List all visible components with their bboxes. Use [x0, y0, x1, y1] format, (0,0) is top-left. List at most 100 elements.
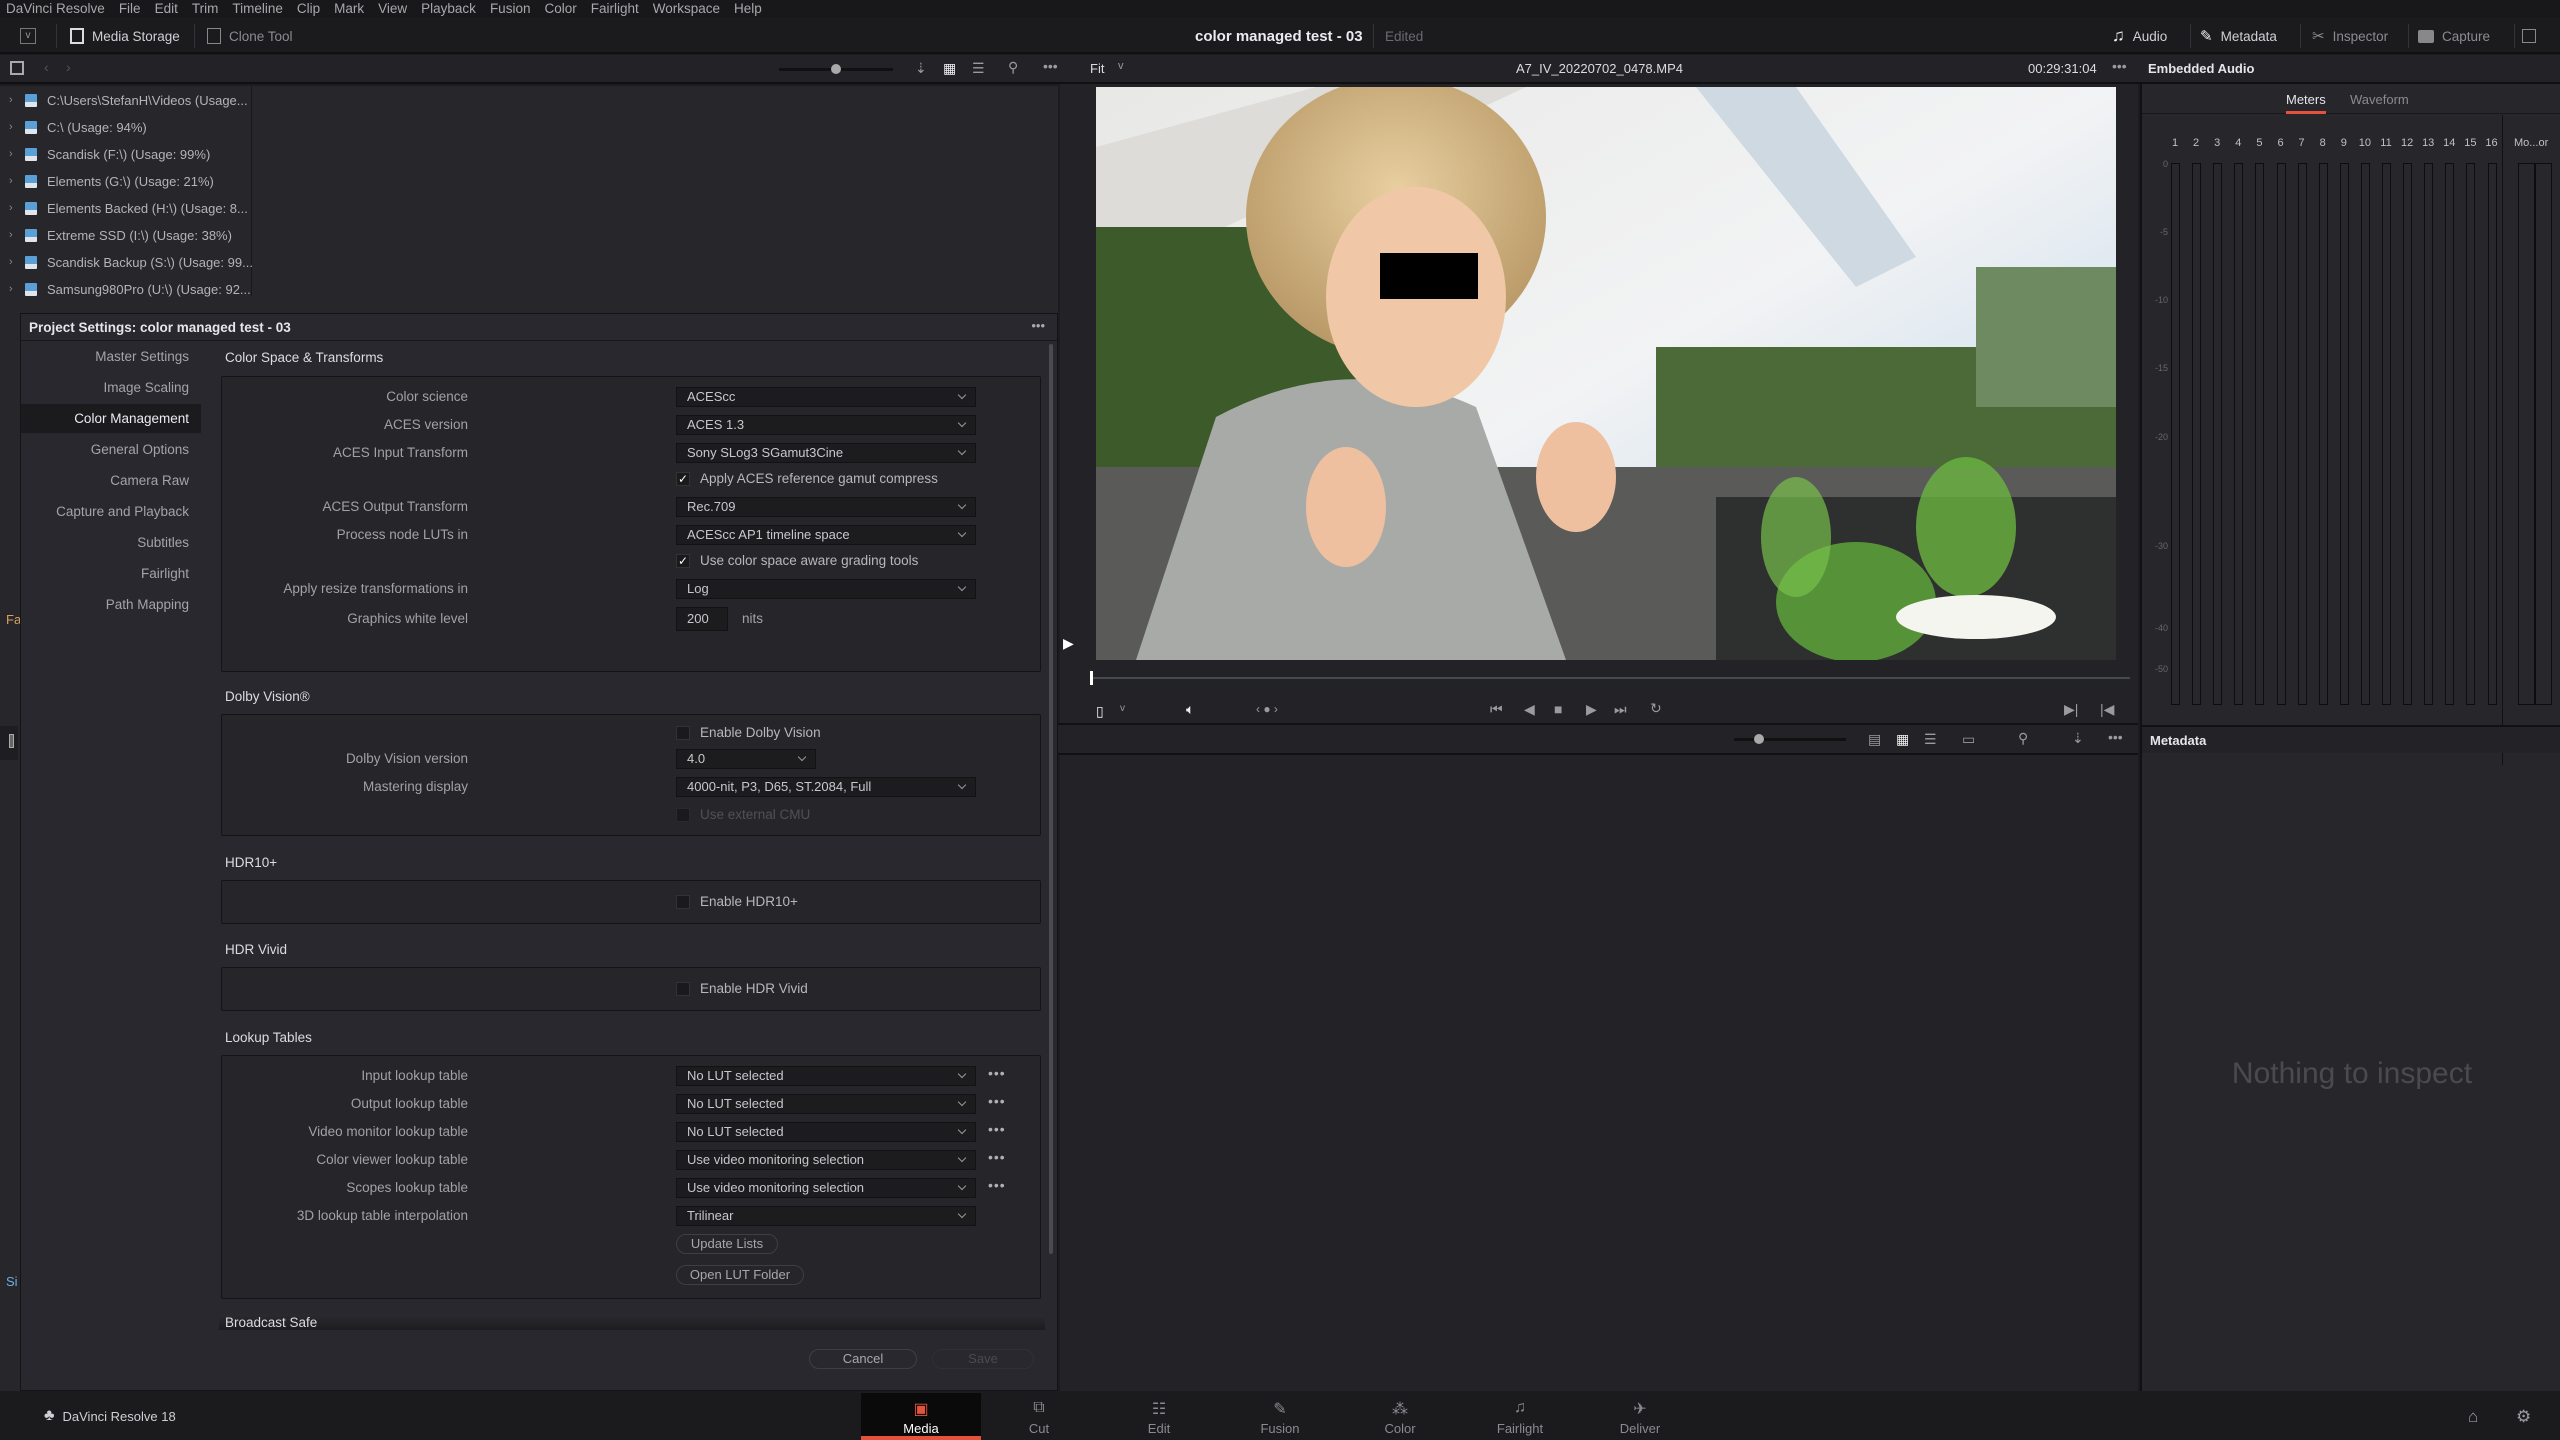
collapsed-panel-handle[interactable]	[0, 726, 18, 760]
enable-hdr10-checkbox[interactable]: Enable HDR10+	[676, 894, 798, 909]
grid-view-icon[interactable]: ▦	[943, 60, 956, 77]
menu-help[interactable]: Help	[734, 0, 762, 18]
video-monitor-lut-more-button[interactable]: •••	[988, 1121, 1006, 1137]
chevron-right-icon[interactable]: ›	[9, 175, 19, 187]
drive-item[interactable]: › Samsung980Pro (U:\) (Usage: 92...	[0, 278, 251, 300]
more-options-icon[interactable]: •••	[2108, 729, 2123, 745]
page-color[interactable]: ⁂ Color	[1340, 1393, 1460, 1440]
panel-toggle-button[interactable]: v	[20, 18, 36, 54]
sort-icon[interactable]: ⇣	[2072, 730, 2084, 747]
back-icon[interactable]: ‹	[44, 59, 49, 75]
viewer-frame-icon[interactable]: ▭	[1962, 731, 1975, 748]
volume-icon[interactable]: 🔈︎	[1186, 701, 1194, 718]
go-to-end-icon[interactable]: ⏭︎	[1614, 701, 1627, 718]
list-view-icon[interactable]: ☰	[972, 60, 985, 77]
fullscreen-icon[interactable]	[2522, 18, 2536, 54]
color-viewer-lut-more-button[interactable]: •••	[988, 1149, 1006, 1165]
page-cut[interactable]: ⧉ Cut	[979, 1393, 1099, 1440]
color-viewer-lut-dropdown[interactable]: Use video monitoring selection	[676, 1150, 976, 1170]
nav-capture-playback[interactable]: Capture and Playback	[21, 497, 201, 526]
menu-view[interactable]: View	[378, 0, 407, 18]
menu-workspace[interactable]: Workspace	[653, 0, 720, 18]
metadata-view-icon[interactable]: ▤	[1868, 731, 1881, 748]
input-lut-dropdown[interactable]: No LUT selected	[676, 1066, 976, 1086]
dialog-scrollbar[interactable]	[1049, 344, 1053, 1254]
gear-icon[interactable]: ⚙	[2516, 1407, 2531, 1427]
menu-davinci[interactable]: DaVinci Resolve	[6, 0, 105, 18]
nav-subtitles[interactable]: Subtitles	[21, 528, 201, 557]
enable-hdr-vivid-checkbox[interactable]: Enable HDR Vivid	[676, 981, 808, 996]
metadata-button[interactable]: ✎ Metadata	[2200, 18, 2277, 54]
scrubber-bar[interactable]	[1090, 671, 2130, 685]
output-lut-more-button[interactable]: •••	[988, 1093, 1006, 1109]
loop-icon[interactable]: ↻	[1650, 700, 1662, 717]
sidebar-toggle-icon[interactable]	[10, 61, 24, 75]
scopes-lut-dropdown[interactable]: Use video monitoring selection	[676, 1178, 976, 1198]
drive-item[interactable]: › Elements Backed (H:\) (Usage: 8...	[0, 197, 248, 219]
menu-color[interactable]: Color	[544, 0, 576, 18]
chevron-right-icon[interactable]: ›	[9, 148, 19, 160]
list-view-icon[interactable]: ☰	[1924, 731, 1937, 748]
clip-name-select[interactable]: A7_IV_20220702_0478.MP4	[1516, 61, 1683, 76]
chevron-right-icon[interactable]: ›	[9, 229, 19, 241]
process-luts-dropdown[interactable]: ACEScc AP1 timeline space	[676, 525, 976, 545]
input-lut-more-button[interactable]: •••	[988, 1065, 1006, 1081]
menu-mark[interactable]: Mark	[334, 0, 364, 18]
cancel-button[interactable]: Cancel	[809, 1349, 917, 1369]
menu-clip[interactable]: Clip	[297, 0, 320, 18]
media-storage-button[interactable]: Media Storage	[70, 18, 180, 54]
chevron-right-icon[interactable]: ›	[9, 94, 19, 106]
tab-meters[interactable]: Meters	[2286, 92, 2326, 114]
grid-view-icon[interactable]: ▦	[1896, 731, 1909, 748]
viewer-more-icon[interactable]: •••	[2112, 58, 2127, 74]
home-icon[interactable]: ⌂	[2468, 1407, 2478, 1427]
menu-fairlight[interactable]: Fairlight	[591, 0, 639, 18]
output-lut-dropdown[interactable]: No LUT selected	[676, 1094, 976, 1114]
viewer-zoom-select[interactable]: Fit	[1090, 61, 1104, 76]
drive-item[interactable]: › C:\Users\StefanH\Videos (Usage...	[0, 89, 248, 111]
jog-control-icon[interactable]: ‹ ● ›	[1256, 702, 1278, 716]
drive-item[interactable]: › Scandisk Backup (S:\) (Usage: 99...	[0, 251, 253, 273]
scopes-lut-more-button[interactable]: •••	[988, 1177, 1006, 1193]
chevron-right-icon[interactable]: ›	[9, 283, 19, 295]
nav-fairlight[interactable]: Fairlight	[21, 559, 201, 588]
chevron-right-icon[interactable]: ›	[9, 256, 19, 268]
play-reverse-icon[interactable]: ◀	[1524, 701, 1535, 718]
nav-master-settings[interactable]: Master Settings	[21, 342, 201, 371]
forward-icon[interactable]: ›	[66, 59, 71, 75]
update-lists-button[interactable]: Update Lists	[676, 1234, 778, 1254]
lut-interpolation-dropdown[interactable]: Trilinear	[676, 1206, 976, 1226]
nav-path-mapping[interactable]: Path Mapping	[21, 590, 201, 619]
nav-general-options[interactable]: General Options	[21, 435, 201, 464]
open-lut-folder-button[interactable]: Open LUT Folder	[676, 1265, 804, 1285]
mark-in-icon[interactable]: ▶|	[2064, 701, 2078, 718]
drive-item[interactable]: › Extreme SSD (I:\) (Usage: 38%)	[0, 224, 232, 246]
search-icon[interactable]: ⚲	[2018, 730, 2028, 747]
slider-handle[interactable]	[831, 64, 841, 74]
drive-item[interactable]: › Scandisk (F:\) (Usage: 99%)	[0, 143, 210, 165]
save-button[interactable]: Save	[932, 1349, 1034, 1369]
page-media[interactable]: ▣ Media	[861, 1393, 981, 1440]
dolby-version-dropdown[interactable]: 4.0	[676, 749, 816, 769]
enable-dolby-vision-checkbox[interactable]: Enable Dolby Vision	[676, 725, 821, 740]
chevron-down-icon[interactable]: v	[1120, 703, 1125, 714]
play-icon[interactable]: ▶	[1586, 701, 1597, 718]
audio-button[interactable]: ♫ Audio	[2112, 18, 2167, 54]
nav-camera-raw[interactable]: Camera Raw	[21, 466, 201, 495]
broadcast-safe-header[interactable]: Broadcast Safe	[219, 1314, 1045, 1330]
clone-tool-button[interactable]: Clone Tool	[207, 18, 293, 54]
dialog-more-icon[interactable]: •••	[1031, 318, 1045, 333]
page-fusion[interactable]: ✎ Fusion	[1220, 1393, 1340, 1440]
menu-file[interactable]: File	[119, 0, 141, 18]
page-deliver[interactable]: ✈ Deliver	[1580, 1393, 1700, 1440]
chevron-right-icon[interactable]: ›	[9, 202, 19, 214]
inspector-button[interactable]: ✂ Inspector	[2312, 18, 2388, 54]
capture-button[interactable]: Capture	[2418, 18, 2490, 54]
page-fairlight[interactable]: ♫ Fairlight	[1460, 1393, 1580, 1440]
film-icon[interactable]: ▯	[1096, 703, 1104, 720]
chevron-down-icon[interactable]: v	[1118, 60, 1124, 72]
aces-input-transform-dropdown[interactable]: Sony SLog3 SGamut3Cine	[676, 443, 976, 463]
white-level-input[interactable]: 200	[676, 607, 728, 631]
tab-waveform[interactable]: Waveform	[2350, 92, 2409, 107]
aces-output-transform-dropdown[interactable]: Rec.709	[676, 497, 976, 517]
